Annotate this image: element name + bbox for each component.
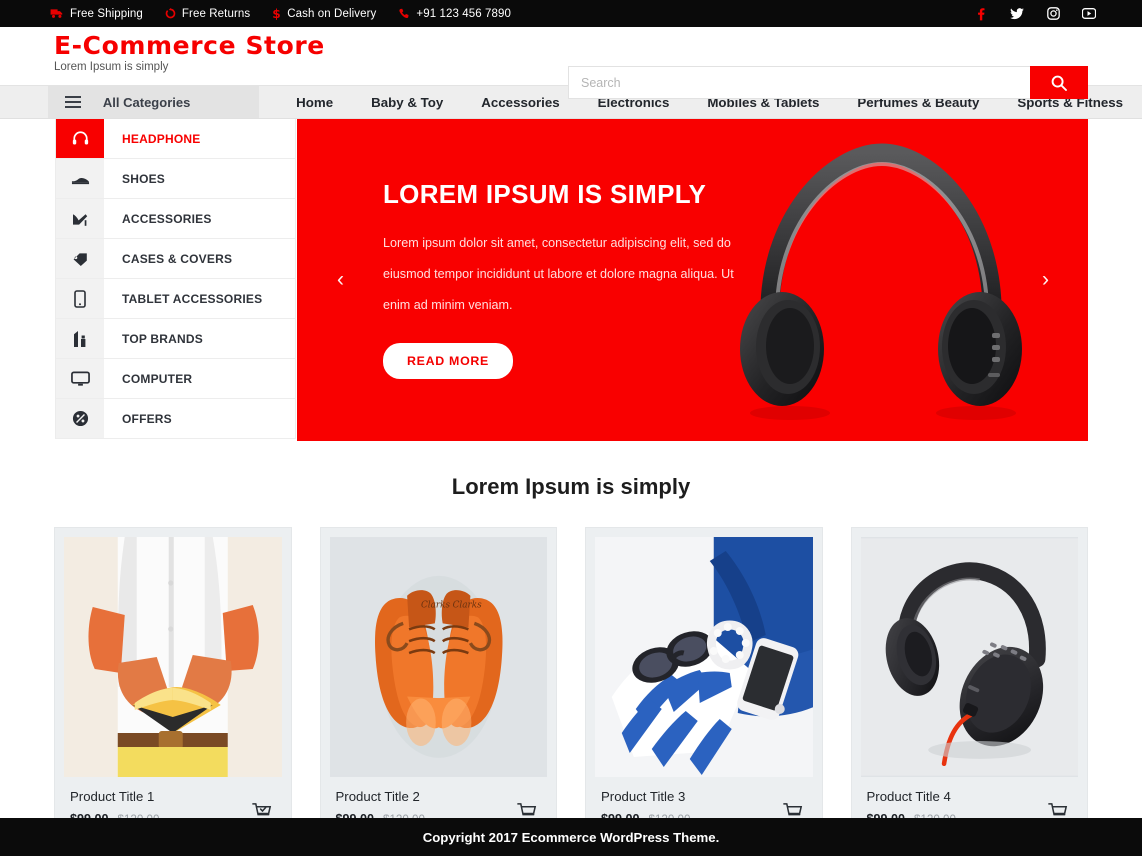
sidebar-item-tablet-accessories[interactable]: TABLET ACCESSORIES: [56, 279, 295, 319]
sidebar-item-shoes[interactable]: SHOES: [56, 159, 295, 199]
truck-icon: [50, 8, 64, 19]
product-title: Product Title 1: [70, 789, 155, 804]
category-sidebar: HEADPHONE SHOES ACCESSORIES CASES & COVE…: [55, 119, 296, 439]
top-info-phone: +91 123 456 7890: [398, 8, 511, 20]
sidebar-item-computer[interactable]: COMPUTER: [56, 359, 295, 399]
all-categories-label: All Categories: [102, 94, 191, 110]
nav-item-baby-toy[interactable]: Baby & Toy: [352, 95, 462, 110]
sidebar-item-accessories[interactable]: ACCESSORIES: [56, 199, 295, 239]
hamburger-icon: [64, 96, 81, 108]
top-info-free-shipping: Free Shipping: [50, 8, 143, 20]
top-info-label: Cash on Delivery: [287, 7, 377, 20]
top-info-bar: Free Shipping Free Returns $ Cash on Del…: [0, 0, 1142, 27]
top-info-label: +91 123 456 7890: [416, 7, 512, 20]
search-bar: [568, 66, 1088, 99]
svg-text:Clarks: Clarks: [452, 601, 482, 611]
lipstick-icon: [56, 319, 104, 358]
discount-icon: [56, 399, 104, 438]
sidebar-item-cases-covers[interactable]: CASES & COVERS: [56, 239, 295, 279]
read-more-button[interactable]: READ MORE: [383, 342, 514, 379]
refund-icon: [165, 8, 176, 19]
monitor-icon: [56, 359, 104, 398]
sidebar-item-label: CASES & COVERS: [122, 251, 233, 266]
youtube-icon[interactable]: [1082, 7, 1096, 21]
svg-text:Clarks: Clarks: [420, 601, 450, 611]
sidebar-item-offers[interactable]: OFFERS: [56, 399, 295, 439]
high-heel-icon: [56, 199, 104, 238]
facebook-icon[interactable]: [974, 7, 988, 21]
beach-outfit-photo: [595, 537, 813, 777]
search-icon: [1051, 75, 1067, 91]
sidebar-item-label: COMPUTER: [122, 371, 193, 386]
sidebar-item-label: HEADPHONE: [122, 131, 201, 146]
section-title: Lorem Ipsum is simply: [451, 474, 691, 499]
svg-text:$: $: [272, 7, 281, 20]
brand-logo[interactable]: E-Commerce Store Lorem Ipsum is simply: [54, 31, 325, 74]
sidebar-item-label: ACCESSORIES: [122, 211, 212, 226]
product-card[interactable]: Clarks Clarks Product Title 2 $99.00 $12…: [319, 527, 557, 844]
hero-banner: LOREM IPSUM IS SIMPLY Lorem ipsum dolor …: [297, 119, 1088, 441]
headphone-icon: [56, 119, 104, 158]
hero-title: LOREM IPSUM IS SIMPLY: [383, 179, 707, 209]
instagram-icon[interactable]: [1046, 7, 1060, 21]
sidebar-item-top-brands[interactable]: TOP BRANDS: [56, 319, 295, 359]
product-grid: Product Title 1 $99.00 $120.00: [0, 527, 1142, 844]
black-headphones-photo: [860, 537, 1078, 777]
tag-icon: [56, 239, 104, 278]
chevron-left-icon[interactable]: ‹: [337, 268, 344, 292]
sidebar-item-label: SHOES: [122, 171, 166, 186]
hero-description: Lorem ipsum dolor sit amet, consectetur …: [383, 236, 734, 312]
brand-subtitle: Lorem Ipsum is simply: [54, 61, 169, 74]
top-info-free-returns: Free Returns: [165, 8, 250, 20]
hero-copy: LOREM IPSUM IS SIMPLY Lorem ipsum dolor …: [383, 179, 753, 379]
shoe-icon: [56, 159, 104, 198]
chevron-right-icon[interactable]: ›: [1042, 268, 1049, 292]
top-info-label: Free Shipping: [70, 7, 143, 20]
mobile-icon: [56, 279, 104, 318]
brand-title: E-Commerce Store: [54, 31, 325, 60]
product-title: Product Title 2: [335, 789, 420, 804]
headphones-photo: [730, 137, 1030, 423]
social-links: [974, 0, 1096, 27]
search-button[interactable]: [1030, 66, 1088, 99]
nav-item-accessories[interactable]: Accessories: [462, 95, 578, 110]
all-categories-button[interactable]: All Categories: [47, 86, 260, 118]
product-card[interactable]: Product Title 4 $99.00 $120.00: [850, 527, 1088, 844]
site-footer: Copyright 2017 Ecommerce WordPress Theme…: [0, 818, 1142, 856]
sidebar-item-headphone[interactable]: HEADPHONE: [56, 119, 295, 159]
top-info-list: Free Shipping Free Returns $ Cash on Del…: [50, 7, 511, 20]
product-card[interactable]: Product Title 1 $99.00 $120.00: [54, 527, 292, 844]
man-holding-book-photo: [64, 537, 282, 777]
twitter-icon[interactable]: [1010, 7, 1024, 21]
copyright-text: Copyright 2017 Ecommerce WordPress Theme…: [422, 829, 720, 845]
sidebar-item-label: TABLET ACCESSORIES: [122, 291, 263, 306]
product-title: Product Title 4: [866, 789, 951, 804]
nav-item-home[interactable]: Home: [277, 95, 352, 110]
product-card[interactable]: Product Title 3 $99.00 $120.00: [585, 527, 823, 844]
site-header: E-Commerce Store Lorem Ipsum is simply: [0, 27, 1142, 99]
phone-icon: [398, 8, 410, 20]
product-title: Product Title 3: [601, 789, 686, 804]
orange-shoes-photo: Clarks Clarks: [329, 537, 547, 777]
dollar-icon: $: [272, 7, 281, 20]
top-info-cash-on-delivery: $ Cash on Delivery: [272, 7, 376, 20]
search-input[interactable]: [568, 66, 1030, 99]
hero-stage: HEADPHONE SHOES ACCESSORIES CASES & COVE…: [0, 119, 1142, 451]
sidebar-item-label: TOP BRANDS: [122, 331, 203, 346]
top-info-label: Free Returns: [181, 7, 251, 20]
sidebar-item-label: OFFERS: [122, 411, 172, 426]
nav-left-spacer: [0, 86, 48, 118]
